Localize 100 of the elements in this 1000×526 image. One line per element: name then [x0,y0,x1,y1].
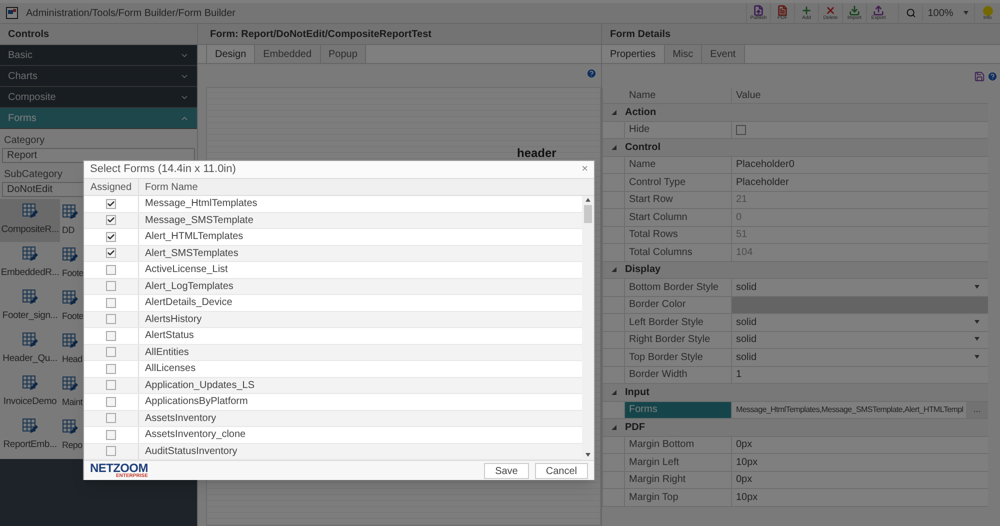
value-field[interactable]: 1 [732,366,988,383]
value-field[interactable]: 0px [732,472,988,488]
close-button[interactable]: × [582,161,588,178]
checkbox[interactable] [736,124,746,135]
checkbox[interactable] [106,396,116,407]
value-field[interactable]: 10px [732,454,988,470]
tab[interactable]: Design [206,45,256,63]
caret-icon [974,354,980,360]
tab[interactable]: Misc [664,45,702,63]
control-tile[interactable]: Maint [60,371,126,414]
accordion-header[interactable]: Basic [0,45,197,66]
checkbox[interactable] [106,430,116,440]
dialog-button[interactable]: Cancel [534,462,588,478]
table-edit-icon [22,289,38,306]
color-field[interactable] [732,296,988,313]
tab[interactable]: Embedded [255,45,321,63]
checkbox[interactable] [106,347,116,358]
collapse-icon[interactable] [611,267,617,272]
form-name: Alert_SMSTemplates [144,246,240,261]
value-field[interactable]: Placeholder [732,174,988,190]
checkbox[interactable] [106,314,116,324]
form-name: Alert_LogTemplates [144,280,234,294]
zoom-level[interactable]: 100% [922,6,958,20]
collapse-icon[interactable] [611,390,617,395]
tab[interactable]: Popup [320,45,366,63]
upload-icon [873,5,884,16]
checkbox[interactable] [106,364,116,374]
checkbox[interactable] [106,298,116,308]
browse-button[interactable]: ... [966,402,988,418]
save-icon[interactable] [974,70,985,82]
control-tile[interactable]: Foote [60,242,126,285]
tab[interactable]: Event [702,45,745,63]
plus-icon [801,5,812,16]
document-icon [777,5,788,16]
table-edit-icon [22,246,38,262]
form-name: Application_Updates_LS [144,378,256,393]
caret-icon [974,320,980,325]
field-label: SubCategory [3,168,64,182]
caret-icon[interactable] [963,10,969,16]
property-name[interactable]: Forms [625,402,732,418]
app-icon [6,7,18,19]
help-icon[interactable] [586,68,597,79]
checkbox[interactable] [106,264,116,275]
control-tile[interactable]: Head [60,328,126,371]
control-tile[interactable]: Foote [60,285,126,328]
checkbox[interactable] [106,198,116,209]
form-name: ActiveLicense_List [144,263,229,278]
caret-icon [974,337,980,342]
value-field[interactable]: Placeholder0 [732,156,988,173]
canvas-text: header [517,145,556,162]
table-edit-icon [62,246,78,263]
checkbox[interactable] [106,248,116,258]
section-title: PDF [625,420,645,435]
scroll-down-icon [585,453,591,458]
value-select[interactable]: solid [732,332,988,348]
checkbox[interactable] [106,380,116,390]
form-name: Message_SMSTemplate [144,214,254,228]
control-tile[interactable]: DD [60,199,126,242]
control-tile[interactable]: InvoiceDemo [0,371,60,414]
checkbox[interactable] [106,232,116,242]
checkbox[interactable] [106,446,116,456]
form-name: Alert_HTMLTemplates [144,230,244,244]
accordion-header[interactable]: Composite [0,87,197,108]
value-field[interactable]: 0px [732,436,988,453]
control-tile[interactable]: Repo [60,414,126,457]
file-upload-icon [753,5,764,16]
collapse-icon[interactable] [611,144,617,150]
column-header: Assigned [84,179,139,195]
value-field[interactable]: 10px [732,489,988,506]
checkbox[interactable] [106,215,116,226]
value-select[interactable]: solid [732,314,988,330]
table-edit-icon [62,418,78,435]
checkbox[interactable] [106,330,116,341]
checkbox[interactable] [106,413,116,424]
value-select[interactable]: solid [732,279,988,296]
checkbox[interactable] [106,281,116,292]
control-tile[interactable]: EmbeddedR... [0,242,60,285]
control-tile[interactable]: Header_Qu... [0,328,60,371]
section-title: Input [625,386,650,400]
scroll-up-icon [585,198,591,203]
field-label: Category [3,134,46,148]
scroll-thumb[interactable] [584,205,592,223]
table-edit-icon [62,204,78,220]
accordion-header[interactable]: Charts [0,66,197,87]
value-select[interactable]: solid [732,349,988,366]
control-tile[interactable]: ReportEmb... [0,414,60,457]
collapse-icon[interactable] [611,424,617,430]
search-icon [906,8,916,18]
control-tile[interactable]: CompositeR... [0,199,60,242]
panel-header: Controls [0,24,197,45]
collapse-icon[interactable] [611,110,617,115]
value-field[interactable]: Message_HtmlTemplates,Message_SMSTemplate,Alert_HTMLTempl [732,404,966,416]
form-name: ApplicationsByPlatform [144,395,249,410]
scrollbar[interactable] [582,196,594,460]
help-icon[interactable] [987,70,998,82]
form-name: AssetsInventory_clone [144,428,247,442]
control-tile[interactable]: Footer_sign... [0,285,60,328]
accordion-header[interactable]: Forms [0,108,197,129]
dialog-button[interactable]: Save [484,462,529,478]
logo: NETZOOM [90,462,148,474]
